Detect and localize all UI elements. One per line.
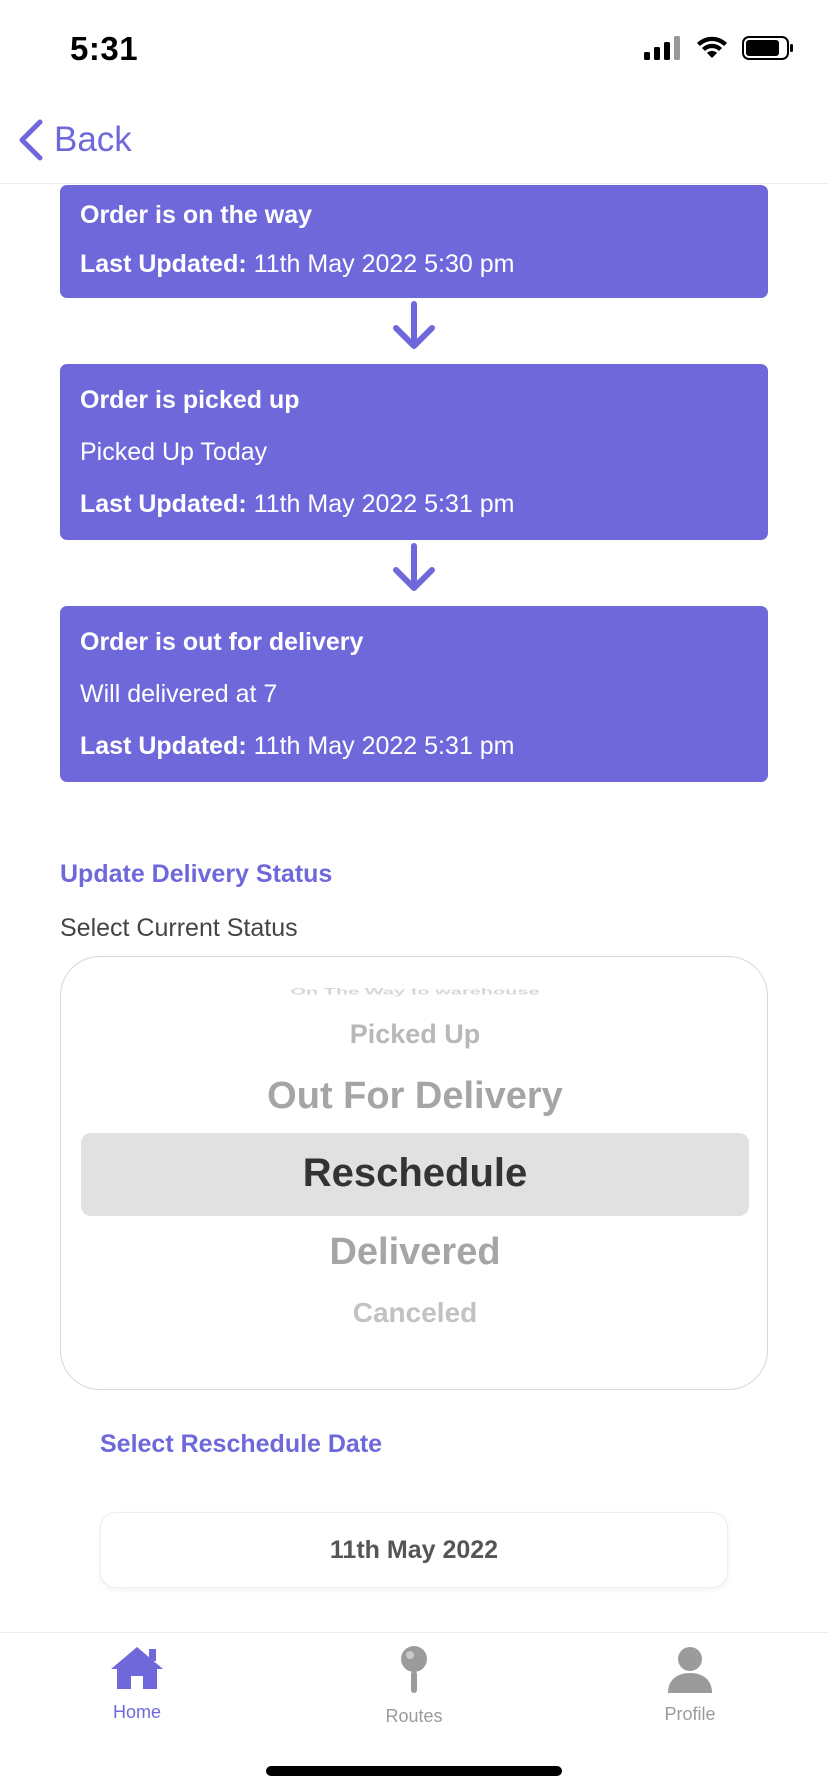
timeline-card: Order is picked up Picked Up Today Last … — [60, 364, 768, 540]
card-note: Picked Up Today — [80, 438, 268, 466]
tab-home[interactable]: Home — [57, 1645, 217, 1723]
card-updated: Last Updated: 11th May 2022 5:31 pm — [80, 720, 748, 772]
status-picker[interactable]: On The Way to warehouse Picked Up Out Fo… — [60, 956, 768, 1390]
reschedule-date-value: 11th May 2022 — [329, 1535, 499, 1564]
picker-option-selected[interactable]: Reschedule — [61, 1151, 767, 1196]
picker-option[interactable]: Picked Up — [61, 1019, 767, 1050]
updated-label: Last Updated: — [80, 250, 247, 278]
reschedule-date-field[interactable]: 11th May 2022 — [100, 1512, 728, 1588]
updated-label: Last Updated: — [80, 490, 247, 518]
chevron-left-icon — [19, 119, 43, 161]
card-note: Will delivered at 7 — [80, 680, 278, 708]
home-indicator[interactable] — [266, 1766, 562, 1776]
picker-option[interactable]: On The Way to warehouse — [61, 987, 767, 997]
updated-label: Last Updated: — [80, 732, 247, 760]
screen: 5:31 Back Order is on the way Last Updat… — [0, 0, 828, 1792]
signal-icon — [644, 36, 680, 60]
updated-value: 11th May 2022 5:31 pm — [253, 490, 515, 518]
reschedule-title: Select Reschedule Date — [100, 1430, 383, 1458]
person-icon — [668, 1647, 712, 1693]
tab-label: Home — [112, 1702, 161, 1722]
updated-value: 11th May 2022 5:31 pm — [253, 732, 515, 760]
card-title: Order is on the way — [80, 201, 313, 229]
picker-option[interactable]: Out For Delivery — [61, 1075, 767, 1118]
nav-bar: Back — [0, 100, 828, 184]
arrow-down-icon — [393, 301, 435, 349]
timeline-card: Order is on the way Last Updated: 11th M… — [60, 185, 768, 298]
card-title: Order is out for delivery — [80, 628, 364, 656]
back-button[interactable]: Back — [16, 118, 132, 162]
picker-option[interactable]: Canceled — [61, 1297, 767, 1329]
tab-routes[interactable]: Routes — [334, 1645, 494, 1727]
arrow-down-icon — [393, 543, 435, 591]
battery-icon — [742, 36, 793, 60]
card-updated: Last Updated: 11th May 2022 5:30 pm — [80, 238, 748, 290]
tab-label: Routes — [385, 1706, 443, 1726]
tab-label: Profile — [664, 1704, 716, 1724]
map-pin-icon — [401, 1646, 427, 1693]
status-bar: 5:31 — [0, 0, 828, 100]
updated-value: 11th May 2022 5:30 pm — [253, 250, 515, 278]
back-label: Back — [54, 120, 132, 159]
wifi-icon — [697, 36, 727, 58]
timeline-card: Order is out for delivery Will delivered… — [60, 606, 768, 782]
tab-profile[interactable]: Profile — [610, 1645, 770, 1725]
home-icon — [111, 1647, 163, 1689]
status-time: 5:31 — [70, 30, 139, 67]
card-updated: Last Updated: 11th May 2022 5:31 pm — [80, 478, 748, 530]
card-title: Order is picked up — [80, 386, 300, 414]
picker-option[interactable]: Delivered — [61, 1231, 767, 1274]
update-status-title: Update Delivery Status — [60, 860, 333, 888]
update-status-subtitle: Select Current Status — [60, 914, 298, 942]
status-icons — [644, 36, 794, 60]
